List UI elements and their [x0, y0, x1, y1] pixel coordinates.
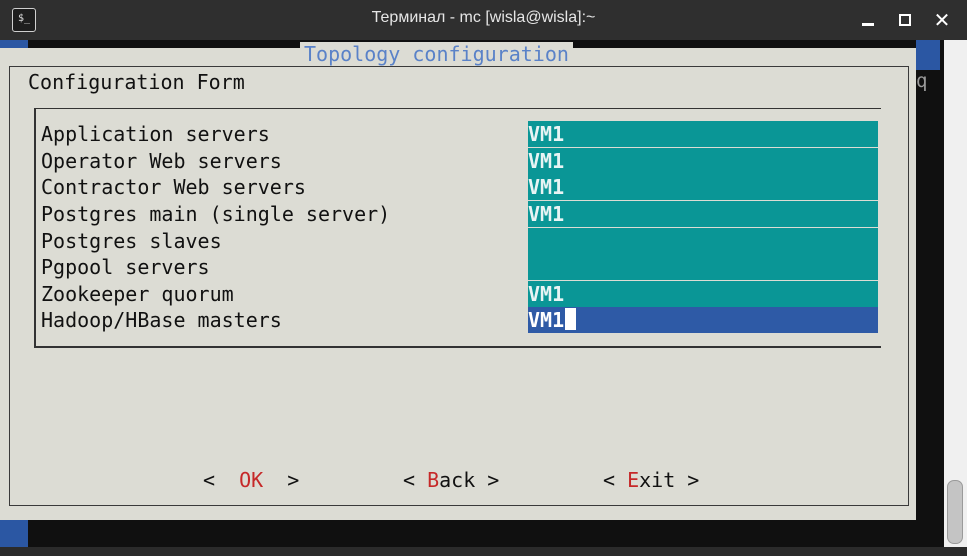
button-bracket-close: >: [675, 468, 700, 492]
field-label-hadoop-hbase-masters: Hadoop/HBase masters: [41, 308, 282, 332]
field-input-application-servers[interactable]: VM1: [528, 121, 878, 147]
minimize-button[interactable]: [858, 10, 878, 30]
maximize-button[interactable]: [895, 10, 915, 30]
field-label-contractor-web-servers: Contractor Web servers: [41, 175, 306, 199]
close-button[interactable]: ✕: [932, 10, 952, 30]
field-label-zookeeper-quorum: Zookeeper quorum: [41, 282, 234, 306]
ok-button[interactable]: < OK >: [203, 468, 299, 492]
button-bracket-close: >: [475, 468, 500, 492]
text-cursor: [565, 308, 577, 330]
back-button[interactable]: < Back >: [403, 468, 499, 492]
mc-panel-strip-right: [916, 40, 940, 70]
field-input-postgres-main[interactable]: VM1: [528, 201, 878, 227]
field-input-operator-web-servers[interactable]: VM1: [528, 148, 878, 174]
exit-button[interactable]: < Exit >: [603, 468, 699, 492]
button-bracket-open: <: [203, 468, 240, 492]
button-hotkey: E: [627, 468, 640, 492]
window-titlebar: $_ Терминал - mc [wisla@wisla]:~ ✕: [0, 0, 967, 40]
button-label-rest: K: [251, 468, 264, 492]
field-input-pgpool-servers[interactable]: [528, 254, 878, 280]
terminal-edge-text: q: [916, 70, 928, 92]
form-heading: Configuration Form: [28, 70, 245, 94]
dialog-title: Topology configuration: [300, 42, 573, 66]
button-bracket-open: <: [403, 468, 428, 492]
scrollbar-thumb[interactable]: [947, 480, 963, 544]
button-label-rest: ack: [439, 468, 476, 492]
field-label-postgres-main: Postgres main (single server): [41, 202, 391, 226]
button-hotkey: O: [239, 468, 252, 492]
field-input-postgres-slaves[interactable]: [528, 228, 878, 254]
mc-panel-strip-bottom: [0, 520, 28, 547]
field-label-operator-web-servers: Operator Web servers: [41, 149, 282, 173]
field-value: VM1: [528, 308, 565, 332]
window-title: Терминал - mc [wisla@wisla]:~: [371, 9, 596, 26]
button-label-rest: xit: [639, 468, 676, 492]
field-label-postgres-slaves: Postgres slaves: [41, 229, 222, 253]
field-input-contractor-web-servers[interactable]: VM1: [528, 174, 878, 200]
button-hotkey: B: [427, 468, 440, 492]
terminal-scrollbar[interactable]: [944, 40, 967, 547]
field-input-hadoop-hbase-masters[interactable]: VM1: [528, 307, 878, 333]
field-label-application-servers: Application servers: [41, 122, 270, 146]
button-bracket-open: <: [603, 468, 628, 492]
button-bracket-close: >: [263, 468, 300, 492]
field-input-zookeeper-quorum[interactable]: VM1: [528, 281, 878, 307]
field-label-pgpool-servers: Pgpool servers: [41, 255, 210, 279]
